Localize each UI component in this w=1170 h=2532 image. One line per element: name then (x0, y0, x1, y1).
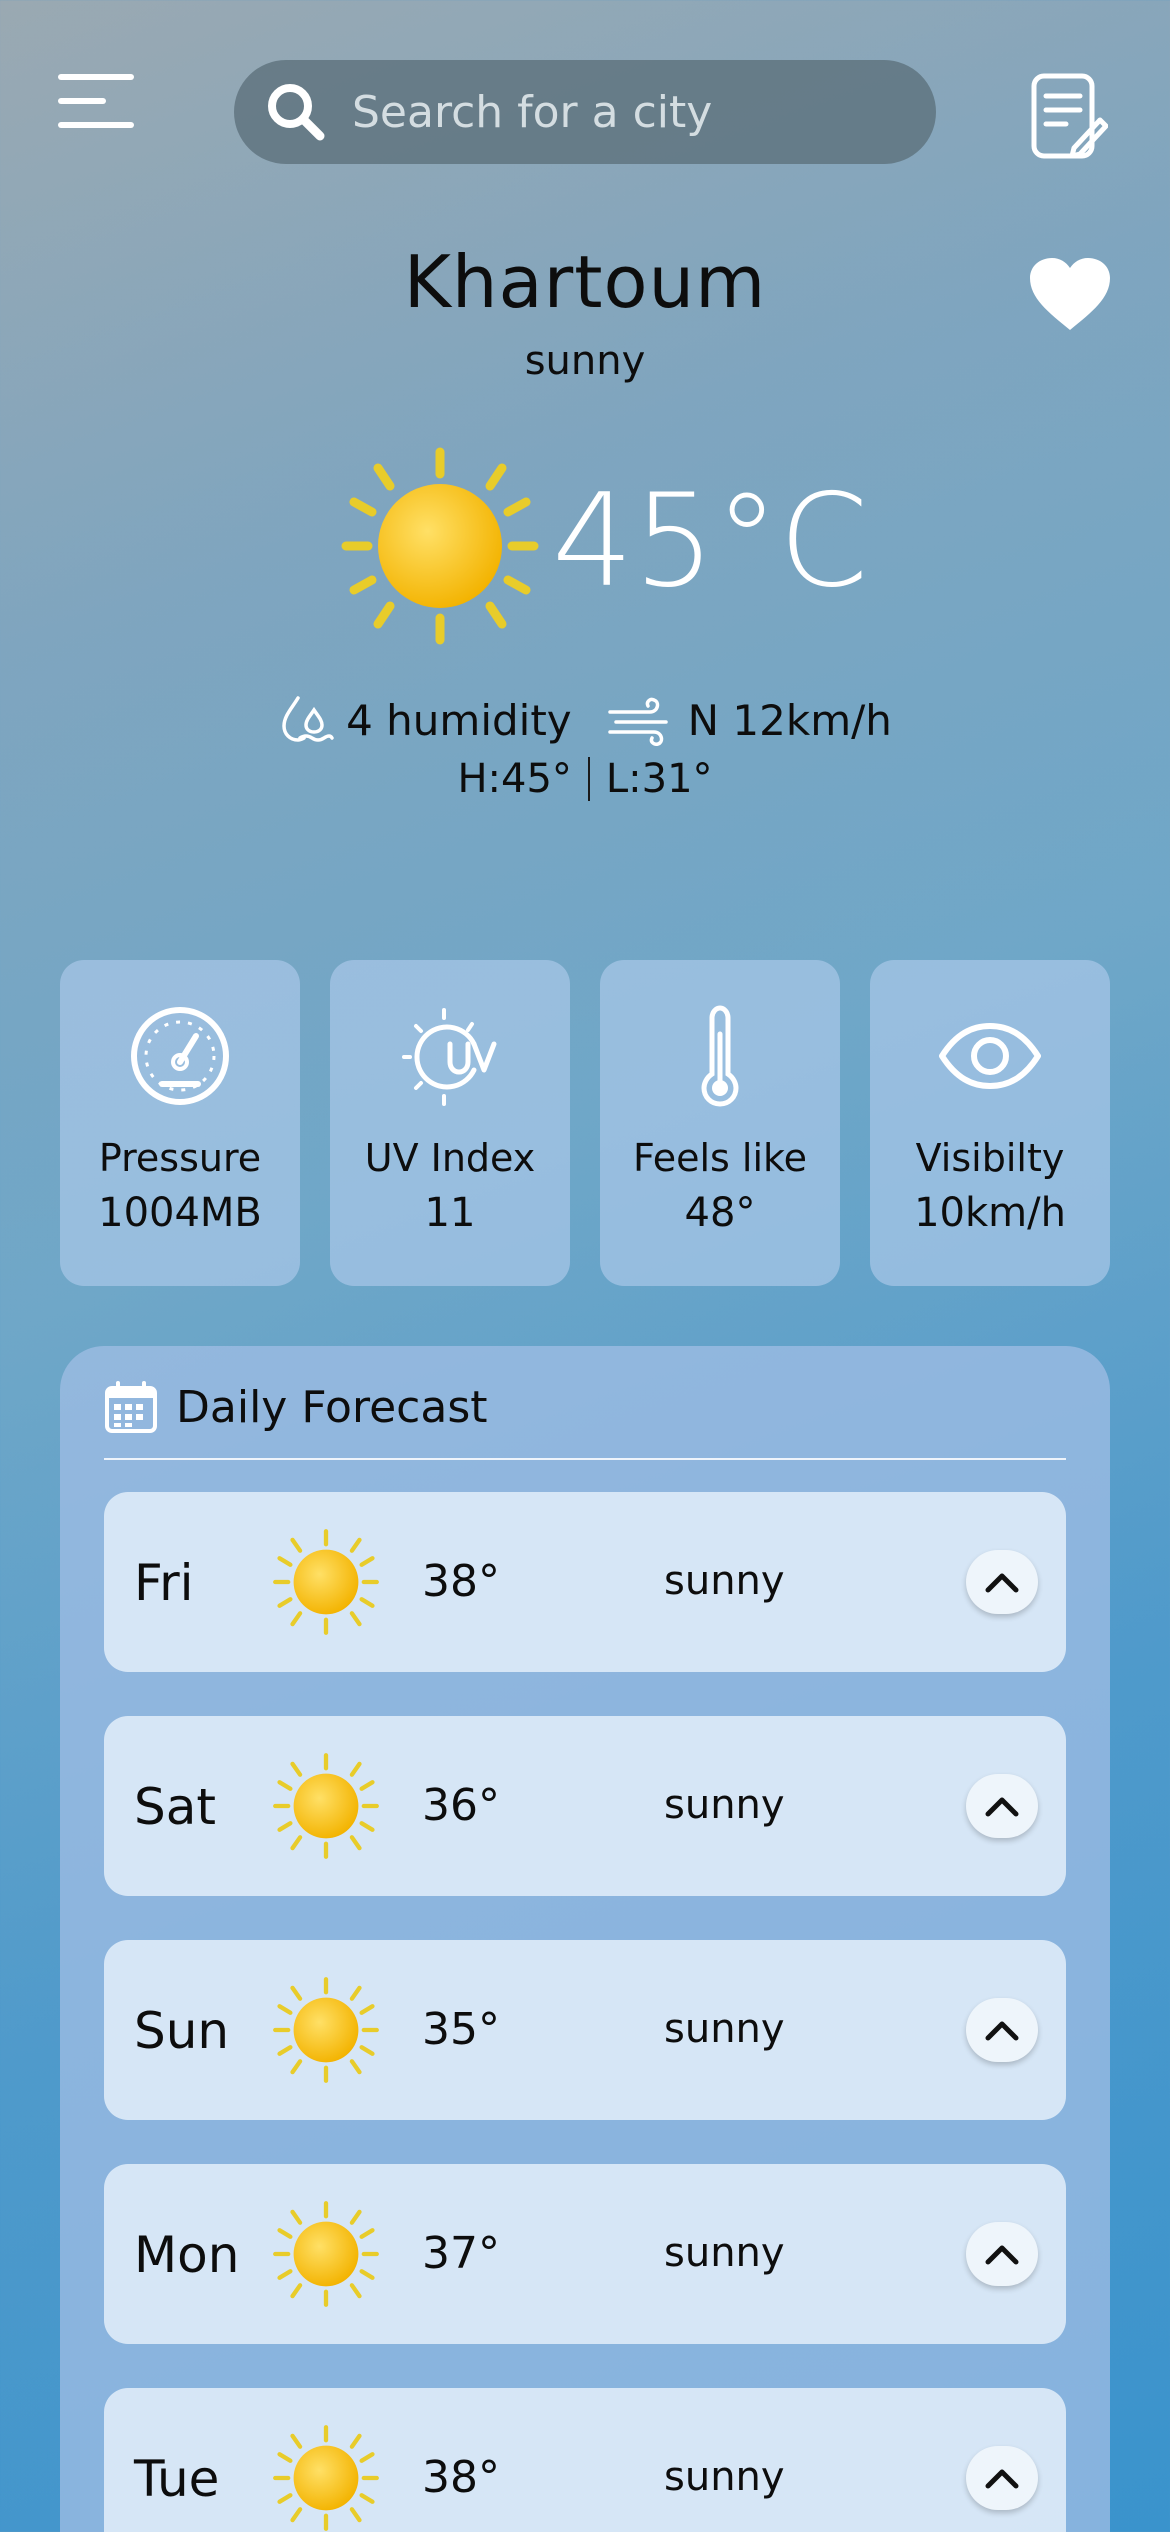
forecast-temp: 38° (422, 2452, 500, 2503)
forecast-temp: 38° (422, 1556, 500, 1607)
forecast-temp: 37° (422, 2228, 500, 2279)
expand-button[interactable] (966, 1550, 1038, 1614)
thermometer-icon (701, 1005, 739, 1107)
forecast-condition: sunny (664, 1558, 785, 1604)
forecast-row[interactable]: Mon 37° sunny (104, 2164, 1066, 2344)
forecast-day: Mon (134, 2226, 240, 2284)
divider (587, 757, 590, 801)
low-temperature: L:31° (605, 756, 713, 802)
sun-icon (341, 447, 539, 645)
menu-line (58, 122, 134, 128)
humidity-value: 4 humidity (346, 695, 572, 745)
sun-icon (272, 2424, 380, 2532)
forecast-temp: 35° (422, 2004, 500, 2055)
wind-stat: N 12km/h (606, 694, 892, 746)
high-temperature: H:45° (457, 756, 572, 802)
forecast-condition: sunny (664, 2006, 785, 2052)
forecast-day: Tue (134, 2450, 220, 2508)
card-label: Feels like (632, 1136, 808, 1180)
chevron-up-icon (985, 2021, 1019, 2041)
uv-index-card: UV Index 11 (330, 960, 570, 1286)
current-stats: 4 humidity N 12km/h (0, 694, 1170, 746)
search-icon (268, 84, 325, 141)
menu-line (58, 98, 106, 104)
wind-icon (607, 697, 668, 746)
sun-icon (272, 1528, 380, 1636)
card-label: Visibilty (915, 1136, 1065, 1180)
search-input[interactable] (352, 77, 936, 147)
forecast-condition: sunny (664, 1782, 785, 1828)
forecast-day: Sun (134, 2002, 230, 2060)
wind-value: N 12km/h (687, 695, 892, 745)
menu-button[interactable] (58, 70, 136, 132)
forecast-row[interactable]: Fri 38° sunny (104, 1492, 1066, 1672)
search-bar[interactable] (234, 60, 936, 164)
chevron-up-icon (985, 1573, 1019, 1593)
card-value: 10km/h (914, 1190, 1066, 1236)
chevron-up-icon (985, 2469, 1019, 2489)
forecast-day: Fri (134, 1554, 194, 1612)
menu-line (58, 74, 134, 80)
daily-forecast-panel: Daily Forecast Fri 38° sunny Sat 36° sun… (60, 1346, 1110, 2532)
sun-icon (272, 1752, 380, 1860)
favorite-button[interactable] (1028, 256, 1112, 332)
expand-button[interactable] (966, 2222, 1038, 2286)
forecast-row[interactable]: Sat 36° sunny (104, 1716, 1066, 1896)
card-label: Pressure (98, 1136, 262, 1180)
humidity-stat: 4 humidity (278, 694, 572, 746)
forecast-header: Daily Forecast (104, 1380, 488, 1434)
expand-button[interactable] (966, 1998, 1038, 2062)
forecast-title: Daily Forecast (176, 1381, 488, 1433)
expand-button[interactable] (966, 1774, 1038, 1838)
uv-icon (402, 1008, 497, 1106)
high-low: H:45° L:31° (0, 756, 1170, 802)
chevron-up-icon (985, 2245, 1019, 2265)
forecast-temp: 36° (422, 1780, 500, 1831)
visibility-card: Visibilty 10km/h (870, 960, 1110, 1286)
card-value: 11 (424, 1190, 476, 1236)
forecast-condition: sunny (664, 2454, 785, 2500)
detail-cards: Pressure 1004MB UV Index 11 Feels like 4… (60, 960, 1110, 1286)
pressure-card: Pressure 1004MB (60, 960, 300, 1286)
expand-button[interactable] (966, 2446, 1038, 2510)
calendar-icon (105, 1381, 157, 1433)
current-temperature: 45°C (552, 467, 869, 616)
notes-edit-icon (1031, 73, 1109, 159)
forecast-day: Sat (134, 1778, 216, 1836)
card-label: UV Index (364, 1136, 536, 1180)
heart-icon (1030, 258, 1110, 330)
divider (104, 1458, 1066, 1460)
weather-condition: sunny (524, 338, 646, 384)
chevron-up-icon (985, 1797, 1019, 1817)
forecast-row[interactable]: Tue 38° sunny (104, 2388, 1066, 2532)
card-value: 48° (684, 1190, 756, 1236)
card-value: 1004MB (98, 1190, 262, 1236)
feels-like-card: Feels like 48° (600, 960, 840, 1286)
city-name: Khartoum (403, 240, 767, 324)
gauge-icon (131, 1007, 229, 1105)
notes-button[interactable] (1030, 72, 1109, 162)
sun-icon (272, 2200, 380, 2308)
forecast-row[interactable]: Sun 35° sunny (104, 1940, 1066, 2120)
humidity-icon (282, 696, 334, 742)
sun-icon (272, 1976, 380, 2084)
forecast-condition: sunny (664, 2230, 785, 2276)
eye-icon (939, 1023, 1041, 1089)
